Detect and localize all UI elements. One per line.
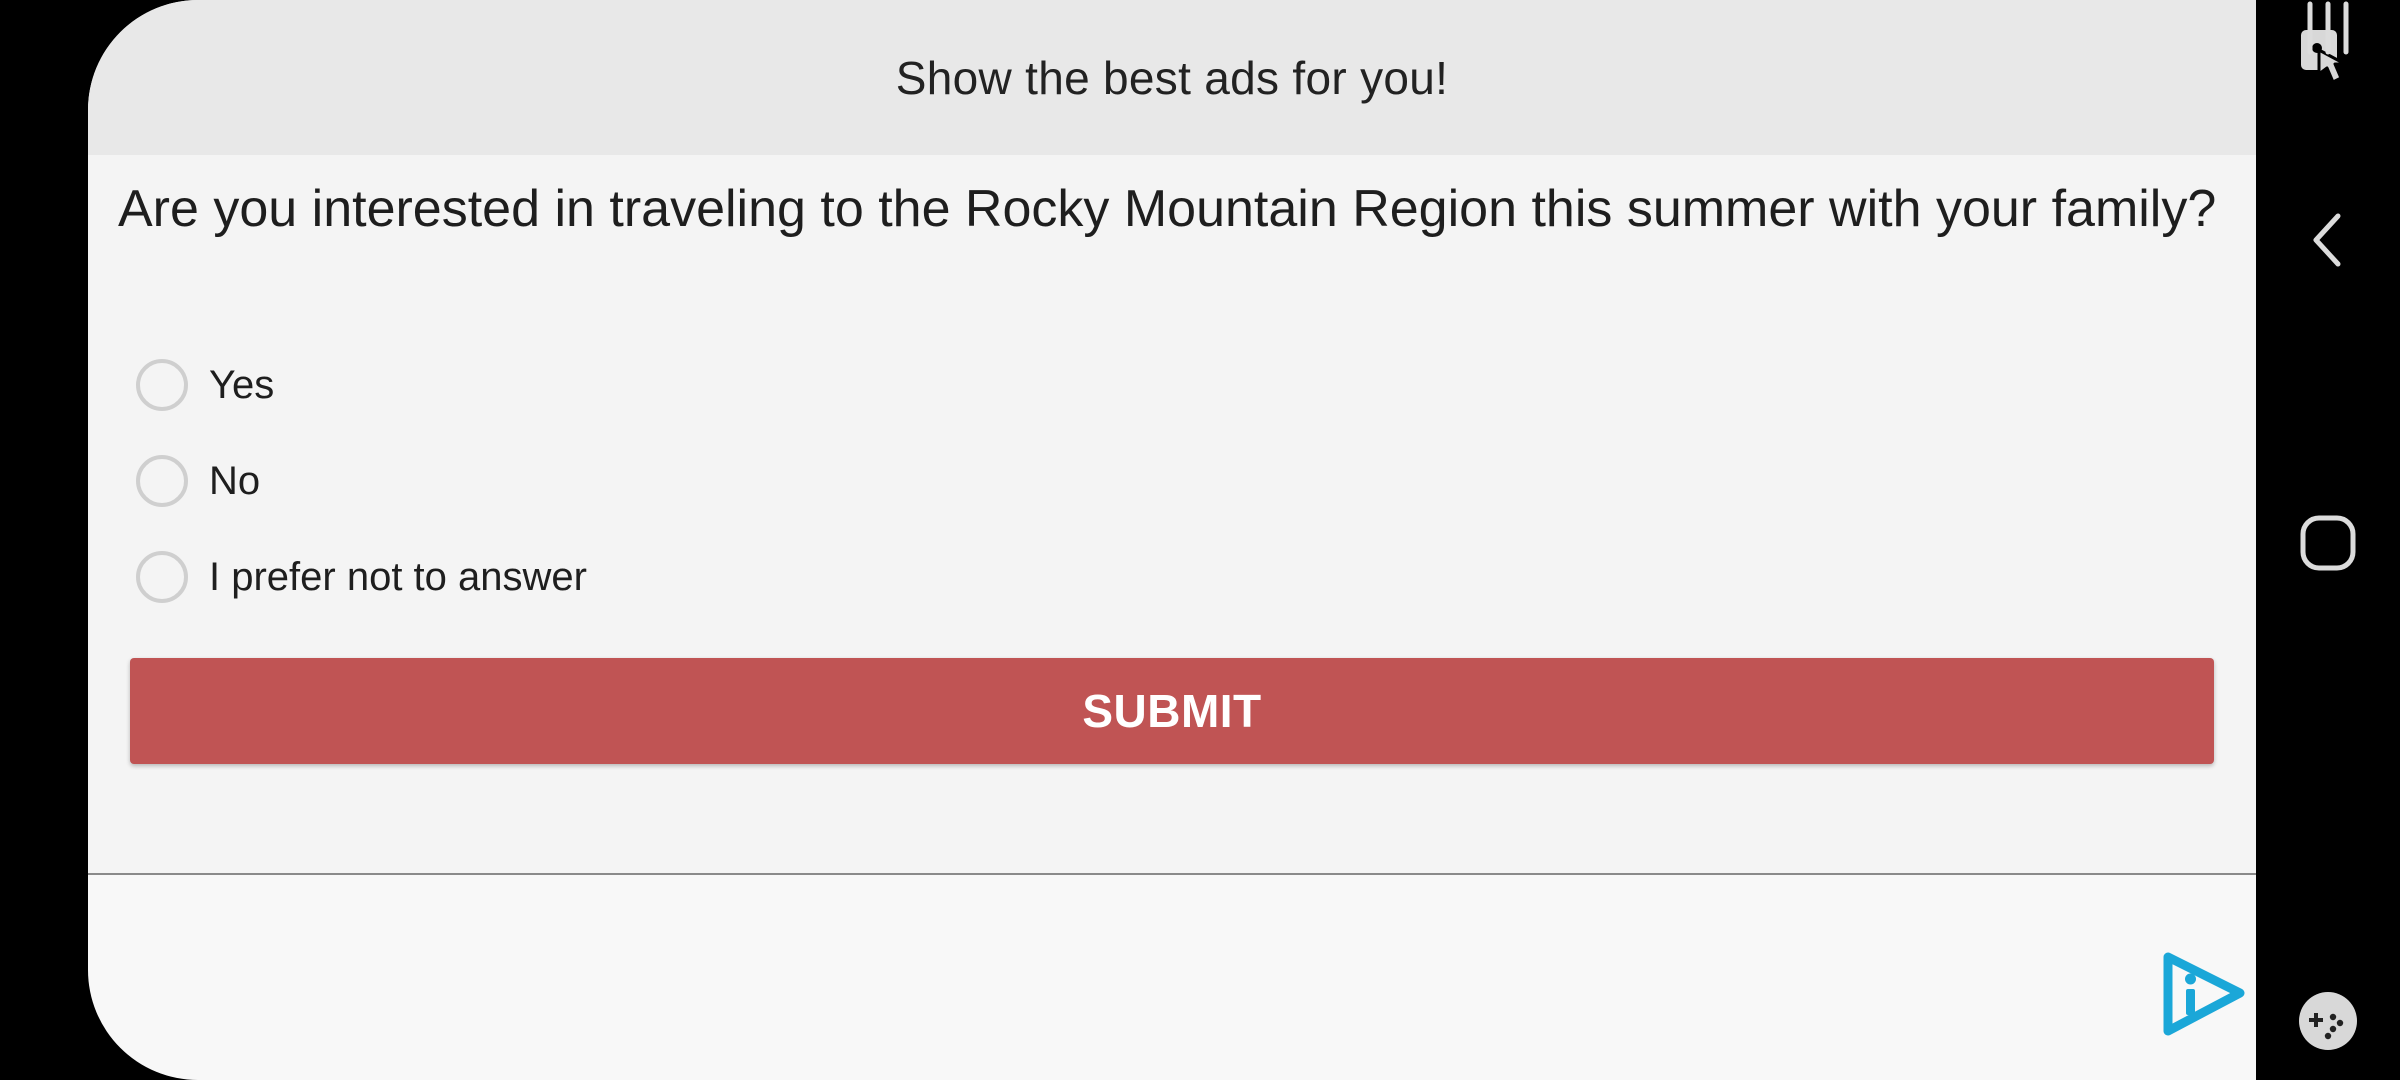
option-prefer-not[interactable]: I prefer not to answer — [136, 547, 587, 607]
option-label-yes: Yes — [209, 362, 275, 407]
survey-question: Are you interested in traveling to the R… — [118, 180, 2217, 238]
back-icon[interactable] — [2256, 210, 2400, 270]
radio-button-no[interactable] — [136, 455, 188, 507]
option-label-no: No — [209, 458, 261, 503]
submit-button[interactable]: SUBMIT — [130, 658, 2214, 764]
recents-icon[interactable] — [2256, 0, 2400, 56]
radio-button-prefer-not[interactable] — [136, 551, 188, 603]
option-yes[interactable]: Yes — [136, 355, 274, 415]
option-label-prefer-not: I prefer not to answer — [209, 554, 587, 599]
option-no[interactable]: No — [136, 451, 260, 511]
survey-header: Show the best ads for you! — [88, 0, 2256, 155]
radio-button-yes[interactable] — [136, 359, 188, 411]
submit-label: SUBMIT — [1082, 685, 1262, 737]
survey-header-title: Show the best ads for you! — [895, 51, 1449, 104]
play-i-logo-icon[interactable] — [2160, 951, 2246, 1037]
game-tools-icon[interactable] — [2256, 990, 2400, 1052]
survey-body: Are you interested in traveling to the R… — [88, 155, 2256, 875]
device-screen: Show the best ads for you! Are you inter… — [0, 0, 2400, 1080]
navigation-bar — [2256, 0, 2400, 1080]
survey-ad-panel: Show the best ads for you! Are you inter… — [88, 0, 2256, 1080]
home-icon[interactable] — [2256, 513, 2400, 573]
